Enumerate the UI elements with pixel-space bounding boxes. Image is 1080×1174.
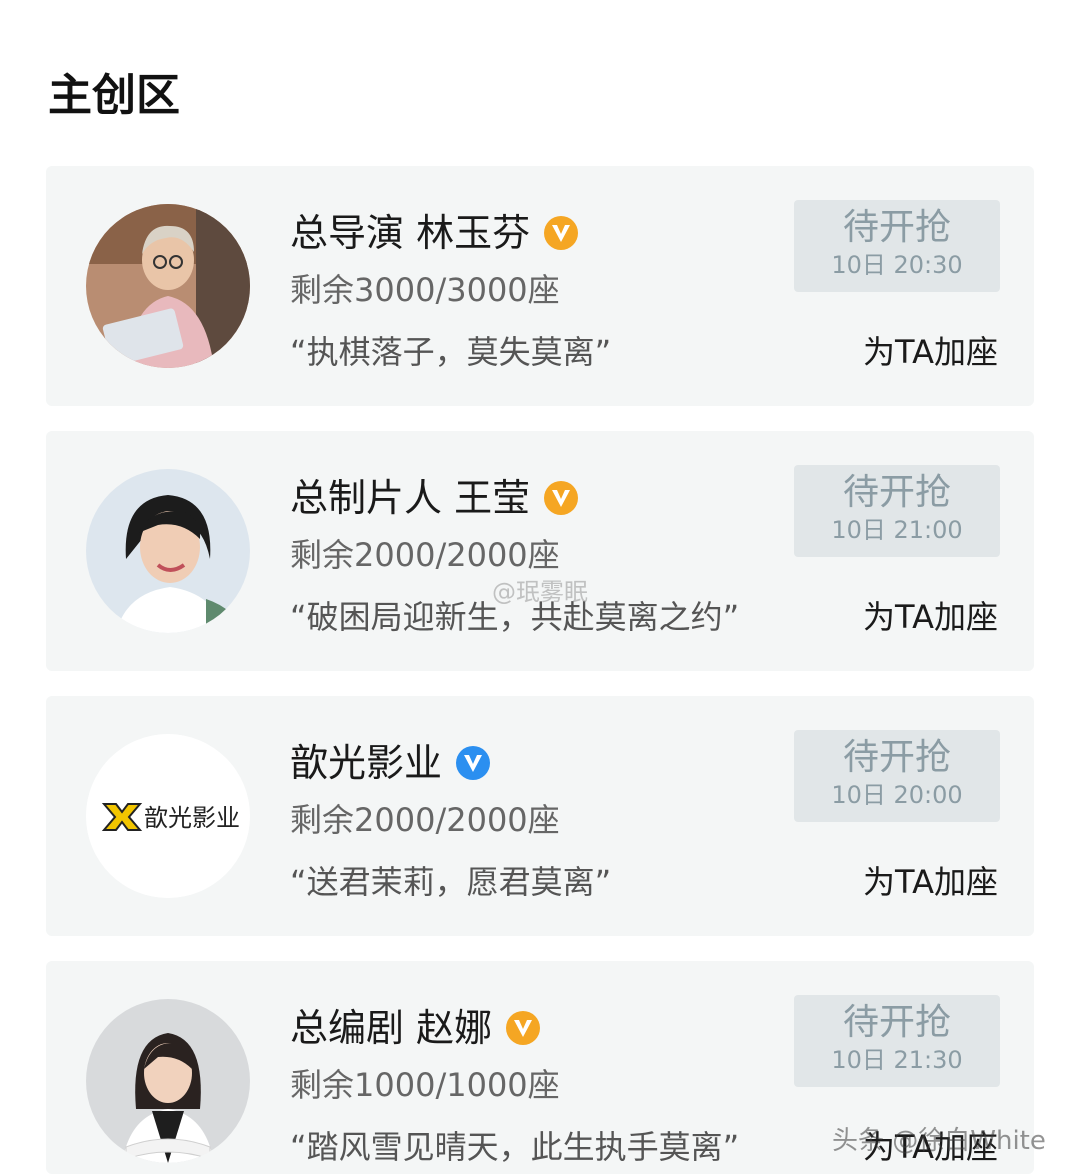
company-logo-icon: 歆光影业	[86, 734, 250, 898]
avatar[interactable]	[86, 469, 250, 633]
grab-label: 待开抢	[842, 207, 951, 248]
grab-time: 10日 21:30	[831, 1046, 963, 1074]
grab-label: 待开抢	[842, 1002, 951, 1043]
grab-label: 待开抢	[842, 737, 951, 778]
remaining-seats: 剩余3000/3000座	[290, 271, 560, 309]
creator-card[interactable]: 总制片人 王莹 剩余2000/2000座 “破困局迎新生，共赴莫离之约” 待开抢…	[46, 431, 1034, 671]
pending-grab-button[interactable]: 待开抢 10日 20:00	[794, 730, 1000, 822]
remaining-seats: 剩余2000/2000座	[290, 801, 560, 839]
pending-grab-button[interactable]: 待开抢 10日 21:00	[794, 465, 1000, 557]
toutiao-watermark: 头条 @徐白White	[832, 1126, 1046, 1156]
remaining-seats: 剩余2000/2000座	[290, 536, 560, 574]
grab-time: 10日 20:30	[831, 251, 963, 279]
creator-card[interactable]: 歆光影业 歆光影业 剩余2000/2000座 “送君茉莉，愿君莫离” 待开抢 1…	[46, 696, 1034, 936]
add-seat-link[interactable]: 为TA加座	[863, 860, 998, 904]
section-title: 主创区	[48, 70, 180, 121]
creator-name: 总制片人 王莹	[290, 476, 531, 520]
avatar[interactable]	[86, 999, 250, 1163]
verified-badge-icon	[456, 746, 491, 780]
add-seat-link[interactable]: 为TA加座	[863, 330, 998, 374]
creator-quote: “执棋落子，莫失莫离”	[290, 333, 612, 371]
add-seat-link[interactable]: 为TA加座	[863, 595, 998, 639]
avatar[interactable]: 歆光影业	[86, 734, 250, 898]
avatar[interactable]	[86, 204, 250, 368]
grab-time: 10日 21:00	[831, 516, 963, 544]
logo-text: 歆光影业	[144, 804, 240, 832]
weibo-watermark: @珉雾眠	[492, 578, 588, 606]
creator-name: 总编剧 赵娜	[290, 1006, 493, 1050]
creator-quote: “送君茉莉，愿君莫离”	[290, 863, 612, 901]
person-photo-icon	[86, 999, 250, 1163]
person-photo-icon	[86, 204, 250, 368]
creator-card[interactable]: 总导演 林玉芬 剩余3000/3000座 “执棋落子，莫失莫离” 待开抢 10日…	[46, 166, 1034, 406]
creator-quote: “踏风雪见晴天，此生执手莫离”	[290, 1128, 740, 1166]
verified-badge-icon	[506, 1011, 541, 1045]
grab-time: 10日 20:00	[831, 781, 963, 809]
grab-label: 待开抢	[842, 472, 951, 513]
person-photo-icon	[86, 469, 250, 633]
remaining-seats: 剩余1000/1000座	[290, 1066, 560, 1104]
verified-badge-icon	[544, 481, 579, 515]
verified-badge-icon	[544, 216, 579, 250]
creator-name: 总导演 林玉芬	[290, 211, 531, 255]
pending-grab-button[interactable]: 待开抢 10日 21:30	[794, 995, 1000, 1087]
creator-name: 歆光影业	[290, 741, 443, 785]
pending-grab-button[interactable]: 待开抢 10日 20:30	[794, 200, 1000, 292]
